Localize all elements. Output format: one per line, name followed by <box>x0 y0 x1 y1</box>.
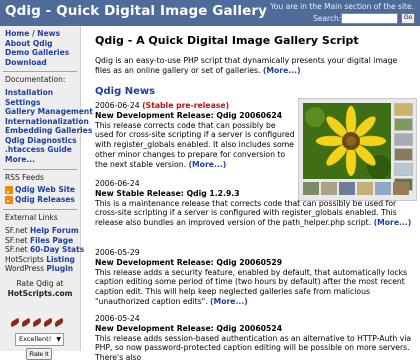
intro-more-link[interactable]: (More...) <box>263 66 301 75</box>
news-more-link[interactable]: (More...) <box>210 297 248 306</box>
rss-links: Qdig Web Site Qdig Releases <box>5 185 75 204</box>
nav-about[interactable]: About Qdig <box>5 39 69 49</box>
nav-demo-galleries[interactable]: Demo Galleries <box>5 48 69 58</box>
search-label: Search: <box>313 14 342 23</box>
news-body: This release adds session-based authenti… <box>95 333 412 363</box>
news-headline: New Development Release: Qdig 20060524 <box>95 323 283 333</box>
chevron-down-icon: ▼ <box>56 336 61 343</box>
sidebar-divider <box>3 209 77 210</box>
news-date: 2006-05-24 <box>95 314 140 323</box>
external-link[interactable]: Files Page <box>30 236 73 245</box>
rating-peppers <box>9 317 70 328</box>
doc-link-internationalization[interactable]: Internationalization <box>5 117 93 127</box>
thumbnail[interactable] <box>394 133 413 146</box>
doc-link-embedding[interactable]: Embedding Galleries <box>5 126 93 136</box>
news-date: 2006-06-24 (Stable pre-release) <box>95 101 230 110</box>
rate-it-button[interactable]: Rate It <box>26 348 52 360</box>
news-item: 2006-05-24 New Development Release: Qdig… <box>95 314 415 363</box>
nav-home-news[interactable]: Home / News <box>5 29 69 39</box>
rss-feed-icon <box>5 195 13 204</box>
rate-heading: Rate Qdig at <box>16 279 64 288</box>
external-links-heading: External Links <box>5 213 58 222</box>
page-title: Qdig - A Quick Digital Image Gallery Scr… <box>95 34 359 47</box>
doc-link-diagnostics[interactable]: Qdig Diagnostics <box>5 136 93 146</box>
doc-link-more[interactable]: More... <box>5 155 93 165</box>
news-date: 2006-06-24 <box>95 179 140 188</box>
intro-paragraph: Qdig is an easy-to-use PHP script that d… <box>95 56 415 76</box>
news-item: 2006-05-29 New Development Release: Qdig… <box>95 248 415 307</box>
external-link[interactable]: Listing <box>46 255 75 264</box>
news-headline: New Stable Release: Qdig 1.2.9.3 <box>95 188 240 198</box>
external-link[interactable]: Help Forum <box>30 226 79 235</box>
sidebar-divider <box>3 71 77 72</box>
external-link-prefix: SF.net <box>5 235 28 245</box>
pre-release-badge: (Stable pre-release) <box>142 101 230 110</box>
search-button[interactable]: Go <box>401 13 415 24</box>
thumbnail[interactable] <box>394 118 413 131</box>
pepper-icon <box>20 317 32 328</box>
external-link-row: SF.net Files Page <box>5 236 84 246</box>
site-title[interactable]: Qdig - Quick Digital Image Gallery <box>5 3 267 19</box>
rss-heading: RSS Feeds <box>5 173 44 182</box>
rss-feed-icon <box>5 186 13 194</box>
external-link-prefix: SF.net <box>5 226 28 235</box>
external-link-prefix: SF.net <box>5 245 28 254</box>
thumbnail[interactable] <box>394 148 413 161</box>
external-link-row: HotScripts Listing <box>5 255 84 265</box>
rss-item[interactable]: Qdig Releases <box>5 195 75 205</box>
site-header: Qdig - Quick Digital Image Gallery You a… <box>0 0 420 26</box>
news-item: 2006-06-24 New Stable Release: Qdig 1.2.… <box>95 179 415 228</box>
news-body: This is a maintenance release that corre… <box>95 198 412 228</box>
main-nav: Home / News About Qdig Demo Galleries Do… <box>5 29 69 67</box>
news-more-link[interactable]: (More...) <box>189 160 227 169</box>
doc-link-gallery-management[interactable]: Gallery Management <box>5 107 93 117</box>
external-link-row: SF.net Help Forum <box>5 226 84 236</box>
external-link[interactable]: Plugin <box>46 264 73 273</box>
thumbnail[interactable] <box>394 103 413 116</box>
flower-photo <box>303 103 391 179</box>
news-more-link[interactable]: (More...) <box>374 218 412 227</box>
main-content: Qdig - A Quick Digital Image Gallery Scr… <box>95 26 417 362</box>
external-link-prefix: HotScripts <box>5 254 44 264</box>
pepper-icon <box>53 317 65 328</box>
doc-link-installation[interactable]: Installation <box>5 88 93 98</box>
external-links: SF.net Help Forum SF.net Files Page SF.n… <box>5 226 84 274</box>
intro-text: Qdig is an easy-to-use PHP script that d… <box>95 56 398 75</box>
sidebar: Home / News About Qdig Demo Galleries Do… <box>0 26 93 360</box>
location-message: You are in the Main section of the site. <box>270 2 414 11</box>
pepper-icon <box>9 317 21 328</box>
thumbnail[interactable] <box>394 163 413 176</box>
news-body: This release adds a security feature, en… <box>95 267 408 306</box>
pepper-icon <box>42 317 54 328</box>
rss-link-website[interactable]: Qdig Web Site <box>15 185 75 194</box>
external-link-row: WordPress Plugin <box>5 264 84 274</box>
news-date: 2006-05-29 <box>95 248 140 257</box>
external-link-prefix: WordPress <box>5 264 45 273</box>
documentation-heading: Documentation: <box>5 75 66 84</box>
news-headline: New Development Release: Qdig 20060529 <box>95 257 283 267</box>
rating-select-value: Excellent! <box>19 335 52 343</box>
rss-link-releases[interactable]: Qdig Releases <box>15 195 75 204</box>
search-input[interactable] <box>341 13 398 24</box>
doc-link-htaccess[interactable]: .htaccess Guide <box>5 145 93 155</box>
nav-download[interactable]: Download <box>5 58 69 68</box>
sidebar-divider <box>3 169 77 170</box>
rating-select[interactable]: Excellent! ▼ <box>15 333 64 346</box>
external-link[interactable]: 60-Day Stats <box>30 245 84 254</box>
news-headline: New Development Release: Qdig 20060624 <box>95 110 283 120</box>
news-heading: Qdig News <box>95 86 156 97</box>
rss-item[interactable]: Qdig Web Site <box>5 185 75 195</box>
hotscripts-link[interactable]: HotScripts.com <box>0 289 80 299</box>
doc-link-settings[interactable]: Settings <box>5 98 93 108</box>
external-link-row: SF.net 60-Day Stats <box>5 245 84 255</box>
documentation-nav: Installation Settings Gallery Management… <box>5 88 93 164</box>
news-item: 2006-06-24 (Stable pre-release) New Deve… <box>95 101 295 170</box>
news-body: This release corrects code that can poss… <box>95 120 295 169</box>
pepper-icon <box>31 317 43 328</box>
